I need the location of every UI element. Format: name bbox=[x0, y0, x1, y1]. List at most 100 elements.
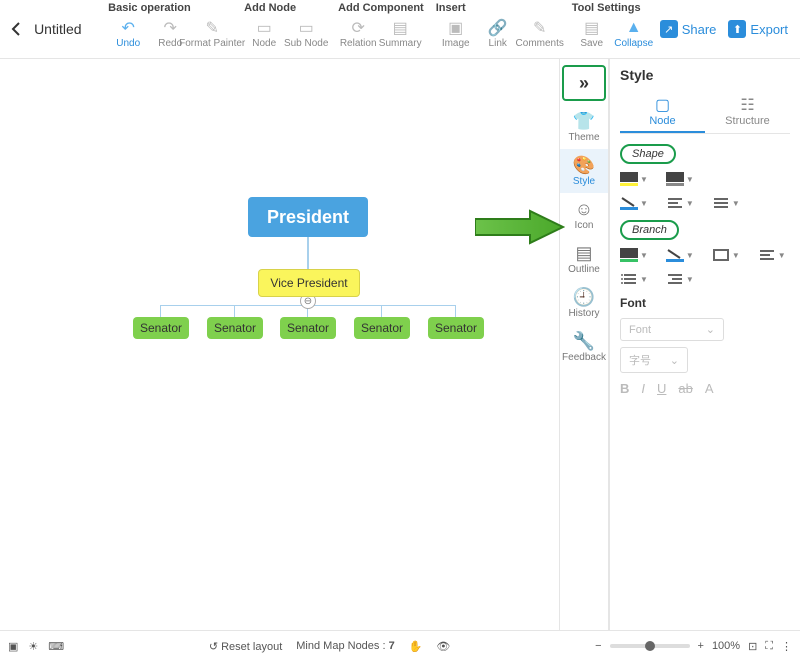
zoom-level[interactable]: 100% bbox=[712, 640, 740, 652]
node-vice-president[interactable]: Vice President bbox=[258, 269, 360, 297]
format-painter-icon: ✎ bbox=[202, 18, 222, 38]
comments-label: Comments bbox=[516, 38, 564, 49]
font-size-select[interactable]: 字号⌄ bbox=[620, 347, 688, 373]
node-senator[interactable]: Senator bbox=[207, 317, 263, 339]
tab-node-label: Node bbox=[649, 115, 675, 127]
sub-node-label: Sub Node bbox=[284, 38, 328, 49]
node-senator[interactable]: Senator bbox=[354, 317, 410, 339]
collapse-panel-button[interactable]: » bbox=[562, 65, 606, 101]
branch-list-picker[interactable]: ▼ bbox=[620, 272, 648, 286]
paint-icon bbox=[620, 248, 638, 262]
image-icon: ▣ bbox=[446, 18, 466, 38]
sidebar-item-feedback[interactable]: 🔧Feedback bbox=[560, 325, 608, 369]
status-bar: ▣ ☀ ⌨ ↺ Reset layout Mind Map Nodes : 7 … bbox=[0, 630, 800, 661]
align-picker[interactable]: ▼ bbox=[666, 196, 694, 210]
format-painter-button[interactable]: ✎Format Painter bbox=[192, 16, 232, 51]
font-family-select[interactable]: Font⌄ bbox=[620, 318, 724, 341]
list-icon bbox=[620, 272, 638, 286]
connector bbox=[234, 305, 235, 317]
fill-color-picker[interactable]: ▼ bbox=[620, 172, 648, 186]
sidebar-item-outline[interactable]: ▤Outline bbox=[560, 237, 608, 281]
sidebar-item-label: Icon bbox=[575, 220, 594, 231]
paint-icon bbox=[620, 172, 638, 186]
node-senator[interactable]: Senator bbox=[133, 317, 189, 339]
connector bbox=[455, 305, 456, 317]
link-label: Link bbox=[489, 38, 507, 49]
line-style-picker[interactable]: ▼ bbox=[712, 196, 740, 210]
hand-tool[interactable]: ✋ bbox=[409, 640, 423, 653]
node-senator[interactable]: Senator bbox=[280, 317, 336, 339]
summary-label: Summary bbox=[379, 38, 422, 49]
redo-icon: ↷ bbox=[160, 18, 180, 38]
export-label: Export bbox=[750, 22, 788, 37]
relation-label: Relation bbox=[340, 38, 377, 49]
node-button[interactable]: ▭Node bbox=[244, 16, 284, 51]
branch-line-picker[interactable]: ▼ bbox=[666, 248, 694, 262]
paint-icon bbox=[666, 172, 684, 186]
document-title[interactable]: Untitled bbox=[34, 0, 102, 58]
image-button[interactable]: ▣Image bbox=[436, 16, 476, 51]
strikethrough-button[interactable]: ab bbox=[678, 381, 692, 396]
more-button[interactable]: ⋮ bbox=[781, 640, 792, 653]
underline-button[interactable]: U bbox=[657, 381, 666, 396]
sub-node-button[interactable]: ▭Sub Node bbox=[286, 16, 326, 51]
keyboard-icon[interactable]: ⌨ bbox=[48, 640, 64, 653]
node-label: Node bbox=[252, 38, 276, 49]
back-button[interactable] bbox=[0, 0, 34, 58]
branch-fill-picker[interactable]: ▼ bbox=[620, 248, 648, 262]
branch-section-label: Branch bbox=[620, 220, 679, 240]
relation-button[interactable]: ⟳Relation bbox=[338, 16, 378, 51]
node-president[interactable]: President bbox=[248, 197, 368, 237]
sidebar-item-history[interactable]: 🕘History bbox=[560, 281, 608, 325]
line-color-picker[interactable]: ▼ bbox=[620, 196, 648, 210]
summary-icon: ▤ bbox=[390, 18, 410, 38]
indent-icon bbox=[666, 272, 684, 286]
connector bbox=[160, 305, 161, 317]
link-button[interactable]: 🔗Link bbox=[478, 16, 518, 51]
comments-button[interactable]: ✎Comments bbox=[520, 16, 560, 51]
node-senator[interactable]: Senator bbox=[428, 317, 484, 339]
fullscreen-button[interactable]: ⛶ bbox=[765, 640, 773, 653]
brightness-icon[interactable]: ☀ bbox=[28, 640, 38, 653]
icon-icon: ☺ bbox=[575, 199, 593, 220]
sidebar-item-icon[interactable]: ☺Icon bbox=[560, 193, 608, 237]
group-title: Add Component bbox=[338, 2, 424, 16]
branch-align-picker[interactable]: ▼ bbox=[758, 248, 786, 262]
reset-layout-button[interactable]: ↺ Reset layout bbox=[209, 640, 282, 653]
font-placeholder: Font bbox=[629, 324, 651, 336]
reset-label: Reset layout bbox=[221, 641, 282, 653]
zoom-slider[interactable] bbox=[610, 644, 690, 648]
zoom-in-button[interactable]: + bbox=[698, 640, 704, 652]
group-title: Add Node bbox=[244, 2, 326, 16]
image-label: Image bbox=[442, 38, 470, 49]
collapse-label: Collapse bbox=[614, 38, 653, 49]
sidebar-item-theme[interactable]: 👕Theme bbox=[560, 105, 608, 149]
branch-indent-picker[interactable]: ▼ bbox=[666, 272, 694, 286]
style-panel: Style ▢ Node ☷ Structure Shape ▼ ▼ ▼ ▼ ▼… bbox=[609, 59, 800, 632]
export-button[interactable]: ⬆ Export bbox=[728, 20, 788, 38]
align-icon bbox=[758, 248, 776, 262]
bold-button[interactable]: B bbox=[620, 381, 629, 396]
collapse-button[interactable]: ▲Collapse bbox=[614, 16, 654, 51]
canvas[interactable]: ⊖ President Vice President Senator Senat… bbox=[0, 59, 559, 632]
lines-icon bbox=[712, 196, 730, 210]
collapse-icon: ▲ bbox=[624, 18, 644, 38]
presentation-icon[interactable]: ▣ bbox=[8, 640, 18, 653]
sidebar-item-style[interactable]: 🎨Style bbox=[560, 149, 608, 193]
border-color-picker[interactable]: ▼ bbox=[666, 172, 694, 186]
fit-button[interactable]: ⊡ bbox=[748, 640, 757, 653]
undo-icon: ↶ bbox=[118, 18, 138, 38]
zoom-out-button[interactable]: − bbox=[595, 640, 601, 652]
eye-tool[interactable]: 👁 bbox=[436, 640, 450, 653]
share-button[interactable]: ↗ Share bbox=[660, 20, 717, 38]
feedback-icon: 🔧 bbox=[573, 331, 595, 352]
share-label: Share bbox=[682, 22, 717, 37]
summary-button[interactable]: ▤Summary bbox=[380, 16, 420, 51]
undo-button[interactable]: ↶Undo bbox=[108, 16, 148, 51]
italic-button[interactable]: I bbox=[641, 381, 645, 396]
tab-node[interactable]: ▢ Node bbox=[620, 91, 705, 133]
save-button[interactable]: ▤Save bbox=[572, 16, 612, 51]
text-color-button[interactable]: A bbox=[705, 381, 714, 396]
branch-border-picker[interactable]: ▼ bbox=[712, 248, 740, 262]
tab-structure[interactable]: ☷ Structure bbox=[705, 91, 790, 133]
